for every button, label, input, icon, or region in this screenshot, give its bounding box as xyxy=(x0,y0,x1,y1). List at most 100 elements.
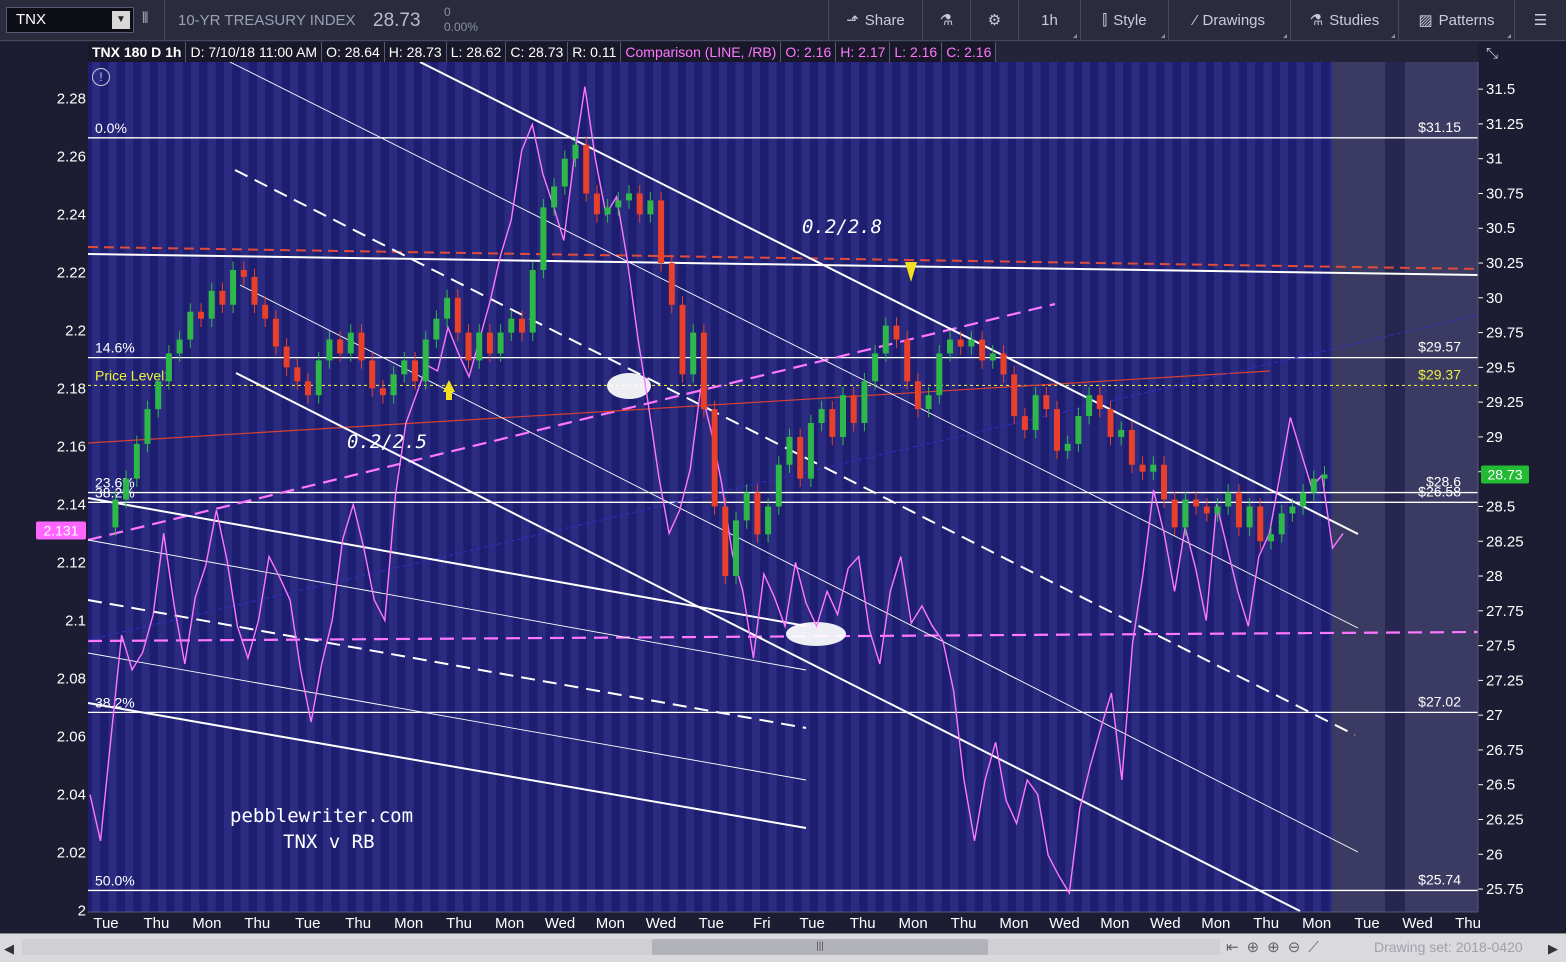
session-band xyxy=(158,62,167,912)
session-band xyxy=(471,62,480,912)
candle-body xyxy=(272,318,279,347)
chart-canvas[interactable]: 0.0% $31.1514.6% $29.5723.6% $28.638.2% $26.… xyxy=(0,0,1566,962)
info-date: D: 7/10/18 11:00 AM xyxy=(186,42,323,62)
right-axis-label: 26.25 xyxy=(1486,811,1524,828)
candle-body xyxy=(700,332,707,410)
x-axis-label: Wed xyxy=(1150,915,1181,932)
right-current-label: 28.73 xyxy=(1487,466,1522,482)
right-axis-label: 29.25 xyxy=(1486,394,1524,411)
candle-body xyxy=(508,318,515,333)
session-band xyxy=(867,62,876,912)
interval-button[interactable]: 1h xyxy=(1018,0,1080,41)
dropdown-corner-icon xyxy=(1161,34,1165,38)
session-band xyxy=(686,62,695,912)
zoom-pan-icon[interactable]: ⇤ xyxy=(1226,939,1247,956)
menu-button[interactable]: ☰ xyxy=(1514,0,1566,41)
right-axis-label: 31 xyxy=(1486,151,1503,168)
candle-body xyxy=(240,269,247,277)
left-axis-label: 2 xyxy=(78,903,86,920)
share-label: Share xyxy=(864,12,905,29)
candle-body xyxy=(326,339,333,361)
symbol-dropdown-icon[interactable]: ▼ xyxy=(112,11,130,29)
candle-body xyxy=(551,186,558,208)
x-axis-label: Mon xyxy=(899,915,928,932)
info-cmp-low: L: 2.16 xyxy=(890,42,943,62)
candle-body xyxy=(337,339,344,354)
candle-body xyxy=(711,409,718,507)
scroll-right-icon[interactable]: ▶ xyxy=(1548,941,1558,957)
studies-button[interactable]: ⚗ Studies xyxy=(1290,0,1398,41)
candle-body xyxy=(165,353,172,382)
left-axis-label: 2.26 xyxy=(57,148,86,165)
candle-body xyxy=(668,263,675,305)
session-band xyxy=(884,62,893,912)
candle-body xyxy=(722,506,729,577)
left-axis-label: 2.06 xyxy=(57,728,86,745)
x-axis-label: Tue xyxy=(93,915,118,932)
zoom-tools[interactable]: ⇤⊕⊕⊖⟋ xyxy=(1226,938,1327,956)
candle-body xyxy=(679,304,686,375)
candle-body xyxy=(775,464,782,507)
fib-value: $26.58 xyxy=(1418,483,1461,499)
candle-body xyxy=(957,339,964,347)
flask-icon: ⚗ xyxy=(939,12,954,29)
pencil-icon: ⁄ xyxy=(1193,12,1197,29)
alert-icon[interactable]: ! xyxy=(92,68,110,86)
zoom-out-icon[interactable]: ⊖ xyxy=(1288,939,1309,956)
left-axis-label: 2.08 xyxy=(57,670,86,687)
x-axis-label: Mon xyxy=(999,915,1028,932)
session-band xyxy=(603,62,612,912)
price-change: 0 0.00% xyxy=(444,5,478,35)
flask-button[interactable]: ⚗ xyxy=(922,0,970,41)
share-button[interactable]: ⬏ Share xyxy=(828,0,922,41)
drawings-label: Drawings xyxy=(1202,12,1266,29)
dropdown-corner-icon xyxy=(1073,34,1077,38)
candle-body xyxy=(690,332,697,375)
right-axis-label: 27.75 xyxy=(1486,603,1524,620)
session-band xyxy=(521,62,530,912)
draw-tool-icon[interactable]: ⟋ xyxy=(1308,939,1327,956)
candle-body xyxy=(743,492,750,521)
x-axis-label: Mon xyxy=(192,915,221,932)
session-band xyxy=(174,62,183,912)
candle-body xyxy=(979,339,986,361)
candle-body xyxy=(198,311,204,319)
link-icon[interactable]: ⫴ xyxy=(142,10,148,27)
dropdown-corner-icon xyxy=(1391,34,1395,38)
fib-label: 14.6% xyxy=(95,340,135,356)
drawings-button[interactable]: ⁄ Drawings xyxy=(1168,0,1290,41)
zoom-in-icon[interactable]: ⊕ xyxy=(1267,939,1288,956)
scroll-left-icon[interactable]: ◀ xyxy=(4,941,14,957)
session-band xyxy=(620,62,629,912)
candle-body xyxy=(1321,474,1328,479)
session-band xyxy=(422,62,431,912)
patterns-button[interactable]: ▨ Patterns xyxy=(1398,0,1514,41)
session-band xyxy=(405,62,414,912)
right-axis-label: 29.5 xyxy=(1486,359,1515,376)
settings-button[interactable]: ⚙ xyxy=(970,0,1018,41)
info-low: L: 28.62 xyxy=(446,42,507,62)
symbol-value: TNX xyxy=(16,11,46,28)
patterns-icon: ▨ xyxy=(1418,12,1433,29)
scrollbar-thumb[interactable]: ||| xyxy=(652,939,988,955)
candle-body xyxy=(636,193,643,215)
scrollbar-track[interactable] xyxy=(22,939,1220,955)
symbol-input[interactable]: TNX ▼ xyxy=(6,7,134,33)
candle-body xyxy=(1193,499,1200,507)
right-axis-label: 29.75 xyxy=(1486,325,1524,342)
style-button[interactable]: ⫿ Style xyxy=(1080,0,1168,41)
candle-body xyxy=(529,269,536,333)
price-change-abs: 0 xyxy=(444,5,451,19)
session-band xyxy=(1280,62,1289,912)
candle-body xyxy=(1118,429,1125,437)
annotation-text: TNX v RB xyxy=(283,831,375,853)
session-band xyxy=(834,62,843,912)
candle-body xyxy=(626,193,632,201)
candle-body xyxy=(1225,492,1232,507)
candle-body xyxy=(390,374,397,396)
left-axis-label: 2.12 xyxy=(57,554,86,571)
expand-icon[interactable]: ⤡ xyxy=(1486,45,1498,62)
info-bar: TNX 180 D 1h D: 7/10/18 11:00 AM O: 28.6… xyxy=(88,42,997,62)
crosshair-icon[interactable]: ⊕ xyxy=(1247,939,1268,956)
session-band xyxy=(356,62,365,912)
